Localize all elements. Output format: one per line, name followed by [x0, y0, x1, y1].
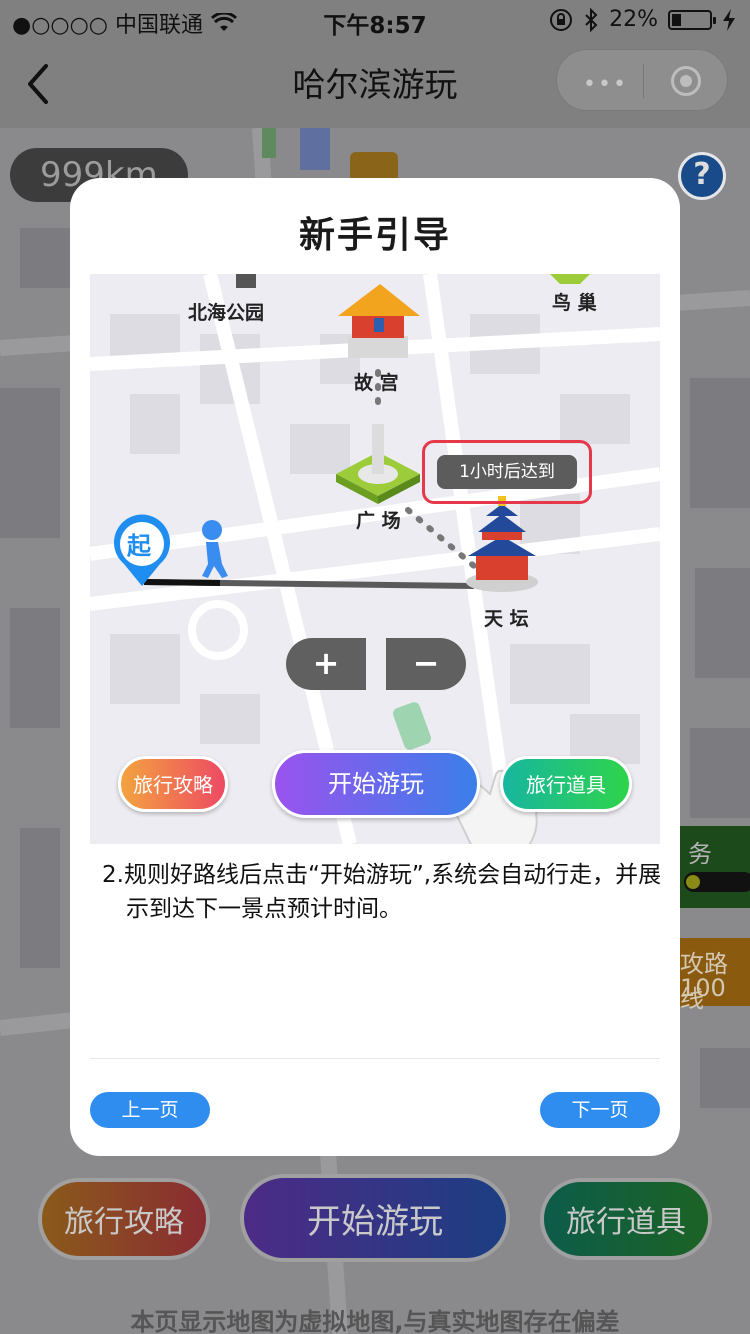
- travel-tools-button[interactable]: 旅行道具: [540, 1178, 712, 1260]
- mini-program-capsule: •••: [556, 49, 728, 111]
- label-niaochao: 鸟 巢: [552, 292, 597, 314]
- label-beihai: 北海公园: [188, 302, 265, 324]
- preview-guide-button: 旅行攻略: [118, 756, 228, 812]
- next-page-button[interactable]: 下一页: [540, 1092, 660, 1128]
- battery-fill: [672, 13, 681, 26]
- tutorial-preview-image: 北海公园 故 宫 鸟 巢 广 场 天 坛 1小时后达到 起 + − 旅行攻略 开…: [90, 274, 660, 844]
- preview-zoom-in-button: +: [286, 638, 366, 690]
- preview-zoom-out-button: −: [386, 638, 466, 690]
- prev-page-button[interactable]: 上一页: [90, 1092, 210, 1128]
- modal-divider: [90, 1058, 660, 1059]
- progress-knob: [686, 875, 700, 889]
- status-right: 22%: [549, 7, 736, 32]
- preview-start-button: 开始游玩: [272, 750, 480, 818]
- battery-icon: [668, 9, 716, 30]
- bluetooth-icon: [585, 7, 598, 32]
- label-guangchang: 广 场: [356, 510, 401, 532]
- task-progress-bar: [684, 872, 750, 892]
- eta-highlight: 1小时后达到: [422, 440, 592, 504]
- travel-guide-button[interactable]: 旅行攻略: [38, 1178, 210, 1260]
- eta-tooltip: 1小时后达到: [437, 455, 577, 489]
- more-dots-icon[interactable]: •••: [583, 72, 628, 97]
- close-target-icon[interactable]: [671, 66, 701, 96]
- side-route-count: 100: [680, 974, 726, 1002]
- capsule-divider: [643, 64, 644, 98]
- side-task-label: 务: [688, 840, 712, 868]
- side-task-panel[interactable]: 务: [680, 826, 750, 908]
- start-pin-icon: 起: [110, 514, 174, 592]
- tutorial-description: 2.规则好路线后点击“开始游玩”,系统会自动行走，并展示到达下一景点预计时间。: [102, 862, 662, 922]
- start-pin-label: 起: [127, 532, 151, 560]
- lock-rotation-icon: [550, 8, 573, 31]
- preview-tools-button: 旅行道具: [500, 756, 632, 812]
- tutorial-modal: 新手引导 北海公园 故 宫 鸟 巢 广 场 天 坛 1小时后达到 起 + − 旅…: [70, 178, 680, 1156]
- status-bar: ●○○○○ 中国联通 下午8:57 22%: [0, 0, 750, 40]
- modal-title: 新手引导: [298, 215, 451, 256]
- help-button[interactable]: ?: [678, 152, 726, 200]
- label-gugong: 故 宫: [354, 372, 399, 394]
- charging-icon: [723, 8, 735, 31]
- label-tiantan: 天 坛: [484, 608, 529, 630]
- nav-bar: 哈尔滨游玩 •••: [0, 40, 750, 128]
- battery-percent: 22%: [609, 7, 658, 32]
- start-play-button[interactable]: 开始游玩: [240, 1174, 510, 1262]
- side-route-panel[interactable]: 攻路线 100: [680, 938, 750, 1013]
- map-disclaimer: 本页显示地图为虚拟地图,与真实地图存在偏差: [130, 1308, 620, 1334]
